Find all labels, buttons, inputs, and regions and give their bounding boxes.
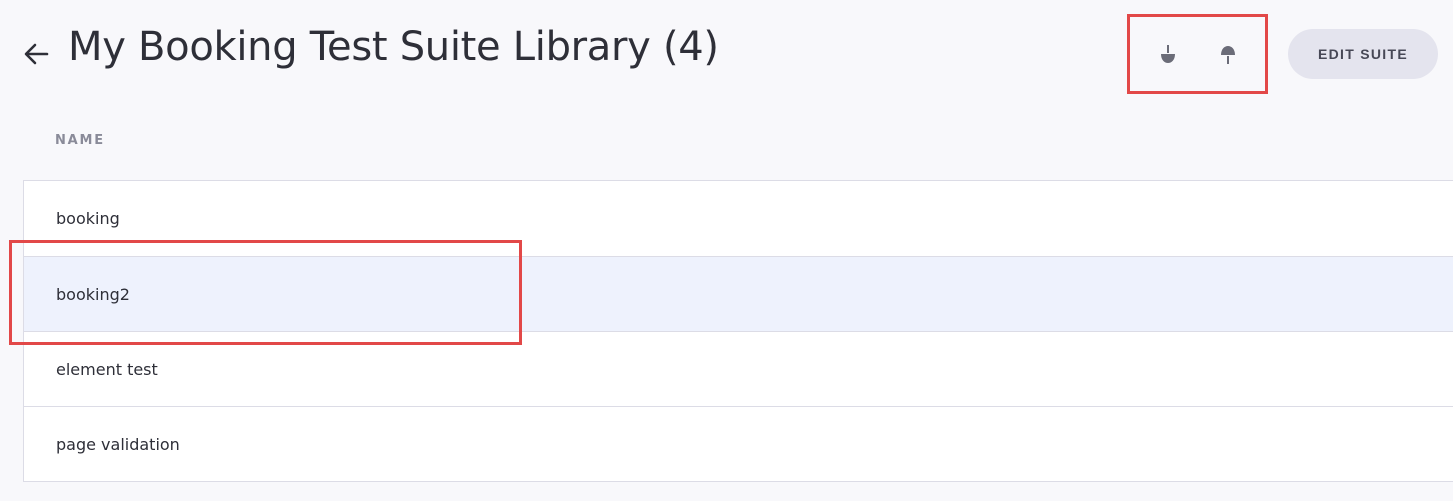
row-name: page validation: [56, 434, 180, 454]
suite-library-page: My Booking Test Suite Library (4) EDIT S…: [0, 0, 1453, 501]
move-down-button[interactable]: [1154, 41, 1182, 69]
move-up-button[interactable]: [1214, 41, 1242, 69]
table-row[interactable]: element test: [24, 331, 1453, 406]
table-row[interactable]: booking: [24, 181, 1453, 256]
edit-suite-button[interactable]: EDIT SUITE: [1288, 29, 1438, 79]
back-button[interactable]: [20, 38, 52, 70]
reorder-controls-highlight: [1127, 14, 1268, 94]
page-title: My Booking Test Suite Library (4): [68, 24, 719, 70]
row-name: booking2: [56, 284, 130, 304]
test-list: booking booking2 element test page valid…: [23, 180, 1453, 482]
move-down-icon: [1161, 45, 1175, 63]
column-header-name[interactable]: NAME: [55, 133, 105, 148]
row-name: element test: [56, 359, 158, 379]
arrow-left-icon: [24, 43, 49, 65]
row-name: booking: [56, 209, 120, 228]
table-row[interactable]: page validation: [24, 406, 1453, 481]
move-up-icon: [1221, 46, 1235, 64]
table-row-selected[interactable]: booking2: [24, 256, 1453, 331]
